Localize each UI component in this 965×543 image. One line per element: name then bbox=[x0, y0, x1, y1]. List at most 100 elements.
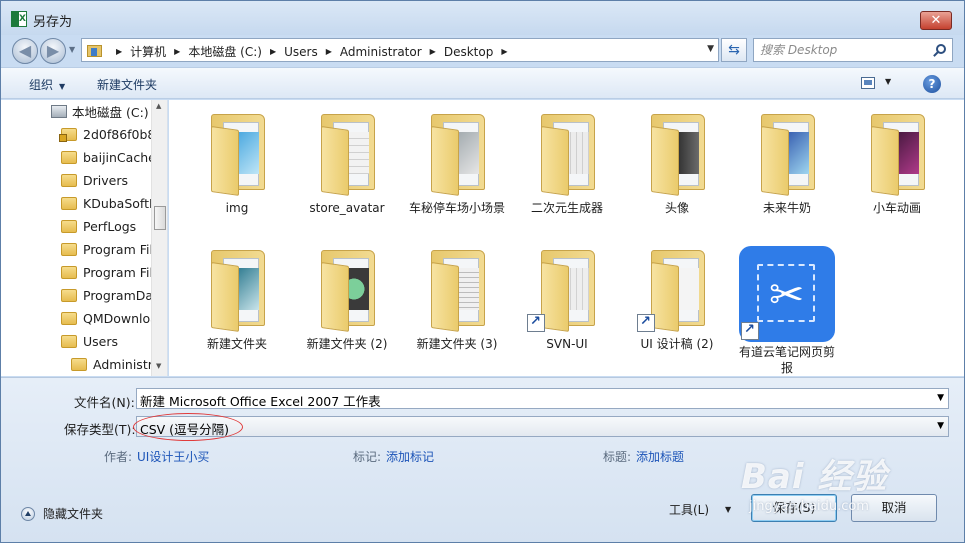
back-button[interactable]: ◀ bbox=[12, 38, 38, 64]
hide-folders-button[interactable]: 隐藏文件夹 bbox=[21, 505, 103, 522]
folder-item-new-folder-3[interactable]: 新建文件夹 (3) bbox=[405, 242, 509, 352]
breadcrumb-users[interactable]: Users bbox=[284, 45, 318, 59]
nav-item-programdata[interactable]: ProgramDat bbox=[61, 284, 158, 306]
nav-item-program-files-x86[interactable]: Program File bbox=[61, 261, 161, 283]
help-button[interactable]: ? bbox=[923, 75, 941, 93]
search-input[interactable] bbox=[760, 43, 930, 57]
chevron-right-icon[interactable]: ▶ bbox=[270, 47, 276, 56]
chevron-right-icon[interactable]: ▶ bbox=[501, 47, 507, 56]
folder-item-avatar[interactable]: 头像 bbox=[625, 106, 729, 216]
nav-item-administrator[interactable]: Administra bbox=[71, 353, 161, 375]
breadcrumb-computer[interactable]: 计算机 bbox=[130, 43, 166, 60]
save-as-dialog: X 另存为 ✕ ◀ ▶ ▼ ▶ 计算机 ▶ 本地磁盘 (C:) ▶ Users … bbox=[0, 0, 965, 543]
forward-button[interactable]: ▶ bbox=[40, 38, 66, 64]
window-title: 另存为 bbox=[33, 15, 73, 30]
folder-item-store-avatar[interactable]: store_avatar bbox=[295, 106, 399, 216]
folder-icon bbox=[307, 242, 387, 334]
address-dropdown-icon[interactable]: ▼ bbox=[707, 44, 714, 54]
search-icon[interactable] bbox=[936, 44, 946, 54]
scroll-up-icon[interactable]: ▲ bbox=[156, 102, 161, 110]
chevron-down-icon[interactable]: ▼ bbox=[937, 421, 944, 431]
nav-item-program-files[interactable]: Program File bbox=[61, 238, 161, 260]
recent-locations-dropdown[interactable]: ▼ bbox=[69, 45, 75, 54]
close-button[interactable]: ✕ bbox=[920, 11, 952, 30]
file-list: img store_avatar 车秘停车场小场景 二次元生成器 头像 未来牛奶… bbox=[169, 100, 964, 376]
tools-button[interactable]: 工具(L) bbox=[669, 501, 709, 518]
address-bar[interactable]: ▶ 计算机 ▶ 本地磁盘 (C:) ▶ Users ▶ Administrato… bbox=[81, 38, 719, 62]
nav-item-kdubasoftd[interactable]: KDubaSoftD bbox=[61, 192, 159, 214]
nav-item-baijincache[interactable]: baijinCache bbox=[61, 146, 156, 168]
folder-icon bbox=[417, 242, 497, 334]
chevron-right-icon[interactable]: ▶ bbox=[116, 47, 122, 56]
command-toolbar: 组织 ▼ 新建文件夹 ▼ ? bbox=[1, 67, 964, 99]
nav-item-2d0f86f0b83[interactable]: 2d0f86f0b83 bbox=[59, 123, 163, 145]
filetype-select[interactable]: CSV (逗号分隔) ▼ bbox=[136, 416, 949, 437]
add-tags-link[interactable]: 添加标记 bbox=[386, 448, 434, 465]
refresh-button[interactable]: ⇆ bbox=[721, 38, 747, 62]
nav-item-local-disk[interactable]: 本地磁盘 (C:) bbox=[51, 100, 149, 122]
filename-input[interactable]: 新建 Microsoft Office Excel 2007 工作表 ▼ bbox=[136, 388, 949, 409]
folder-item-future-milk[interactable]: 未来牛奶 bbox=[735, 106, 839, 216]
folder-item-svn-ui[interactable]: SVN-UI bbox=[515, 242, 619, 352]
chevron-down-icon[interactable]: ▼ bbox=[937, 393, 944, 403]
annotation-circle bbox=[133, 413, 243, 441]
folder-label: 二次元生成器 bbox=[530, 201, 603, 215]
chevron-right-icon[interactable]: ▶ bbox=[174, 47, 180, 56]
folder-icon bbox=[61, 265, 77, 279]
folder-item-img[interactable]: img bbox=[185, 106, 289, 216]
tools-dropdown-icon[interactable]: ▼ bbox=[725, 505, 731, 514]
nav-item-perflogs[interactable]: PerfLogs bbox=[61, 215, 136, 237]
breadcrumb-local-disk[interactable]: 本地磁盘 (C:) bbox=[188, 43, 262, 60]
shortcut-arrow-icon bbox=[741, 322, 759, 340]
folder-item-new-folder[interactable]: 新建文件夹 bbox=[185, 242, 289, 352]
chevron-right-icon[interactable]: ▶ bbox=[326, 47, 332, 56]
nav-item-label: ProgramDat bbox=[83, 287, 158, 303]
baidu-watermark: Bai 经验 bbox=[741, 457, 888, 497]
breadcrumb-administrator[interactable]: Administrator bbox=[340, 45, 422, 59]
nav-item-label: PerfLogs bbox=[83, 218, 137, 234]
organize-button[interactable]: 组织 ▼ bbox=[29, 76, 65, 93]
folder-item-car-animation[interactable]: 小车动画 bbox=[845, 106, 949, 216]
folder-icon bbox=[197, 106, 277, 198]
add-title-link[interactable]: 添加标题 bbox=[636, 448, 684, 465]
new-folder-button[interactable]: 新建文件夹 bbox=[97, 76, 157, 93]
folder-label: 新建文件夹 (3) bbox=[416, 337, 498, 351]
title-label: 标题: bbox=[603, 450, 632, 464]
scroll-thumb[interactable] bbox=[154, 206, 166, 230]
view-dropdown-icon[interactable]: ▼ bbox=[885, 77, 891, 86]
view-mode-icon[interactable] bbox=[861, 77, 875, 89]
nav-item-label: Drivers bbox=[83, 172, 128, 188]
search-box[interactable] bbox=[753, 38, 953, 62]
folder-label: img bbox=[225, 201, 249, 215]
author-value[interactable]: UI设计王小买 bbox=[137, 448, 209, 465]
nav-item-drivers[interactable]: Drivers bbox=[61, 169, 128, 191]
folder-icon bbox=[307, 106, 387, 198]
folder-label: 车秘停车场小场景 bbox=[408, 201, 505, 215]
nav-item-label: baijinCache bbox=[83, 149, 156, 165]
folder-label: 未来牛奶 bbox=[762, 201, 811, 215]
folder-icon bbox=[747, 106, 827, 198]
folder-icon bbox=[61, 334, 77, 348]
nav-item-label: Program File bbox=[83, 241, 161, 257]
breadcrumb-desktop[interactable]: Desktop bbox=[444, 45, 494, 59]
nav-item-users[interactable]: Users bbox=[61, 330, 118, 352]
shortcut-arrow-icon bbox=[637, 314, 655, 332]
nav-item-qmdownload[interactable]: QMDownloa bbox=[61, 307, 158, 329]
folder-label: 小车动画 bbox=[872, 201, 921, 215]
folder-label: SVN-UI bbox=[546, 337, 588, 351]
folder-item-parking-scene[interactable]: 车秘停车场小场景 bbox=[405, 106, 509, 216]
nav-item-label: Program File bbox=[83, 264, 161, 280]
shortcut-arrow-icon bbox=[527, 314, 545, 332]
folder-icon bbox=[857, 106, 937, 198]
folder-icon bbox=[61, 242, 77, 256]
app-item-youdao-clipper[interactable]: ✂ 有道云笔记网页剪报 bbox=[735, 242, 839, 376]
folder-item-ui-design-2[interactable]: UI 设计稿 (2) bbox=[625, 242, 729, 352]
chevron-right-icon[interactable]: ▶ bbox=[430, 47, 436, 56]
folder-item-new-folder-2[interactable]: 新建文件夹 (2) bbox=[295, 242, 399, 352]
nav-scrollbar[interactable]: ▲ ▼ bbox=[151, 100, 167, 376]
folder-label: UI 设计稿 (2) bbox=[640, 337, 714, 351]
folder-item-anime-generator[interactable]: 二次元生成器 bbox=[515, 106, 619, 216]
scroll-down-icon[interactable]: ▼ bbox=[156, 362, 161, 370]
folder-icon bbox=[61, 288, 77, 302]
title-bar: X 另存为 ✕ bbox=[1, 1, 964, 35]
